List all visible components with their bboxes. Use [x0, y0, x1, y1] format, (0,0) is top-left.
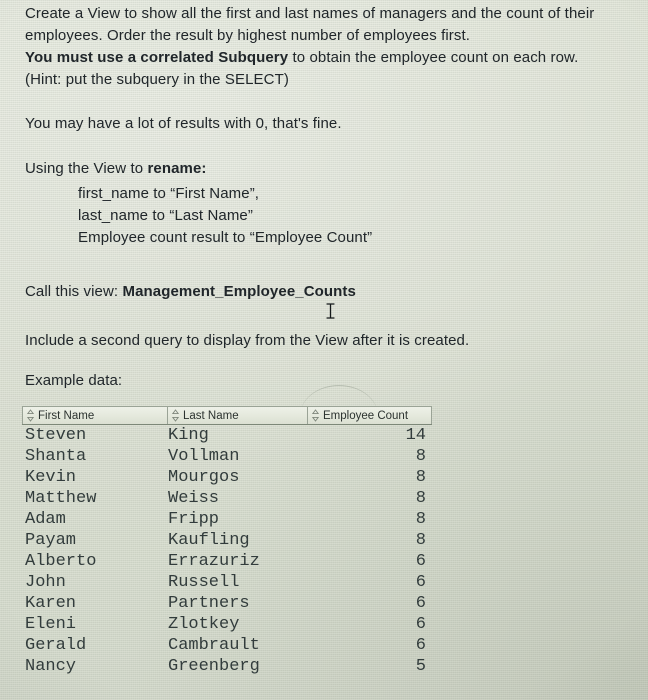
rename-heading-lead: Using the View to	[25, 160, 148, 177]
cell-last-name: King	[168, 426, 209, 445]
cell-employee-count: 6	[415, 573, 426, 592]
cell-employee-count: 8	[415, 510, 426, 529]
table-row[interactable]: Matthew Weiss 8	[22, 489, 432, 510]
sort-updown-icon	[311, 409, 320, 422]
cell-employee-count: 8	[415, 447, 426, 466]
table-row[interactable]: Adam Fripp 8	[22, 510, 432, 531]
column-header-first-name[interactable]: First Name	[22, 407, 168, 424]
instruction-line-1: Create a View to show all the first and …	[25, 5, 595, 22]
table-row[interactable]: Nancy Greenberg 5	[22, 657, 432, 678]
cell-last-name: Weiss	[168, 489, 220, 508]
column-header-last-name[interactable]: Last Name	[168, 407, 308, 424]
cell-last-name: Partners	[168, 594, 250, 613]
cell-last-name: Cambrault	[168, 636, 260, 655]
table-row[interactable]: Alberto Errazuriz 6	[22, 552, 432, 573]
cell-first-name: Steven	[25, 426, 87, 445]
cell-employee-count: 6	[415, 552, 426, 571]
instruction-line-3: You must use a correlated Subquery to ob…	[25, 48, 578, 67]
cell-last-name: Fripp	[168, 510, 220, 529]
cell-employee-count: 5	[415, 657, 426, 676]
column-header-employee-count[interactable]: Employee Count	[308, 407, 432, 424]
rename-item-last-name: last_name to “Last Name”	[78, 207, 253, 224]
cell-last-name: Vollman	[168, 447, 240, 466]
cell-first-name: Adam	[25, 510, 66, 529]
cell-first-name: Nancy	[25, 657, 77, 676]
rename-item-employee-count: Employee count result to “Employee Count…	[78, 229, 373, 246]
text-ibeam-cursor	[326, 303, 335, 319]
cell-employee-count: 8	[415, 489, 426, 508]
example-data-label: Example data:	[25, 372, 123, 389]
table-row[interactable]: Payam Kaufling 8	[22, 531, 432, 552]
example-result-grid: First Name Last Name Employee Count Stev…	[22, 406, 432, 678]
column-header-first-name-label: First Name	[38, 409, 95, 422]
cell-first-name: Eleni	[25, 615, 77, 634]
second-query-note: Include a second query to display from t…	[25, 332, 470, 349]
table-row[interactable]: Gerald Cambrault 6	[22, 636, 432, 657]
cell-last-name: Zlotkey	[168, 615, 240, 634]
grid-body: Steven King 14 Shanta Vollman 8 Kevin Mourgos 8 M…	[22, 426, 432, 678]
sort-updown-icon	[171, 409, 180, 422]
column-header-last-name-label: Last Name	[183, 409, 239, 422]
cell-first-name: Gerald	[25, 636, 87, 655]
grid-header-row: First Name Last Name Employee Count	[22, 406, 432, 425]
zero-results-note: You may have a lot of results with 0, th…	[25, 115, 342, 132]
cell-employee-count: 6	[415, 615, 426, 634]
cell-last-name: Russell	[168, 573, 240, 592]
view-name-lead: Call this view:	[25, 283, 123, 300]
rename-item-first-name: first_name to “First Name”,	[78, 185, 260, 202]
cell-employee-count: 6	[415, 594, 426, 613]
cell-last-name: Mourgos	[168, 468, 240, 487]
cell-first-name: Kevin	[25, 468, 77, 487]
cell-first-name: John	[25, 573, 66, 592]
rename-emphasis: rename:	[147, 160, 207, 177]
table-row[interactable]: Kevin Mourgos 8	[22, 468, 432, 489]
cell-employee-count: 6	[415, 636, 426, 655]
correlated-subquery-emphasis: You must use a correlated Subquery	[25, 49, 289, 66]
cell-employee-count: 8	[415, 531, 426, 550]
table-row[interactable]: Shanta Vollman 8	[22, 447, 432, 468]
instruction-line-2: employees. Order the result by highest n…	[25, 27, 471, 44]
cell-first-name: Payam	[25, 531, 77, 550]
cell-last-name: Errazuriz	[168, 552, 260, 571]
hint-line: (Hint: put the subquery in the SELECT)	[25, 71, 289, 88]
cell-last-name: Kaufling	[168, 531, 250, 550]
cell-last-name: Greenberg	[168, 657, 260, 676]
rename-heading: Using the View to rename:	[25, 159, 207, 178]
cell-employee-count: 14	[405, 426, 426, 445]
column-header-employee-count-label: Employee Count	[323, 409, 409, 422]
cell-first-name: Matthew	[25, 489, 97, 508]
table-row[interactable]: Eleni Zlotkey 6	[22, 615, 432, 636]
instruction-line-3-rest: to obtain the employee count on each row…	[288, 49, 579, 66]
view-name-line: Call this view: Management_Employee_Coun…	[25, 282, 356, 301]
table-row[interactable]: Steven King 14	[22, 426, 432, 447]
table-row[interactable]: Karen Partners 6	[22, 594, 432, 615]
cell-employee-count: 8	[415, 468, 426, 487]
photographed-page: Create a View to show all the first and …	[0, 0, 648, 700]
sort-updown-icon	[26, 409, 35, 422]
cell-first-name: Alberto	[25, 552, 97, 571]
cell-first-name: Shanta	[25, 447, 87, 466]
cell-first-name: Karen	[25, 594, 77, 613]
table-row[interactable]: John Russell 6	[22, 573, 432, 594]
view-name-value: Management_Employee_Counts	[122, 283, 356, 300]
